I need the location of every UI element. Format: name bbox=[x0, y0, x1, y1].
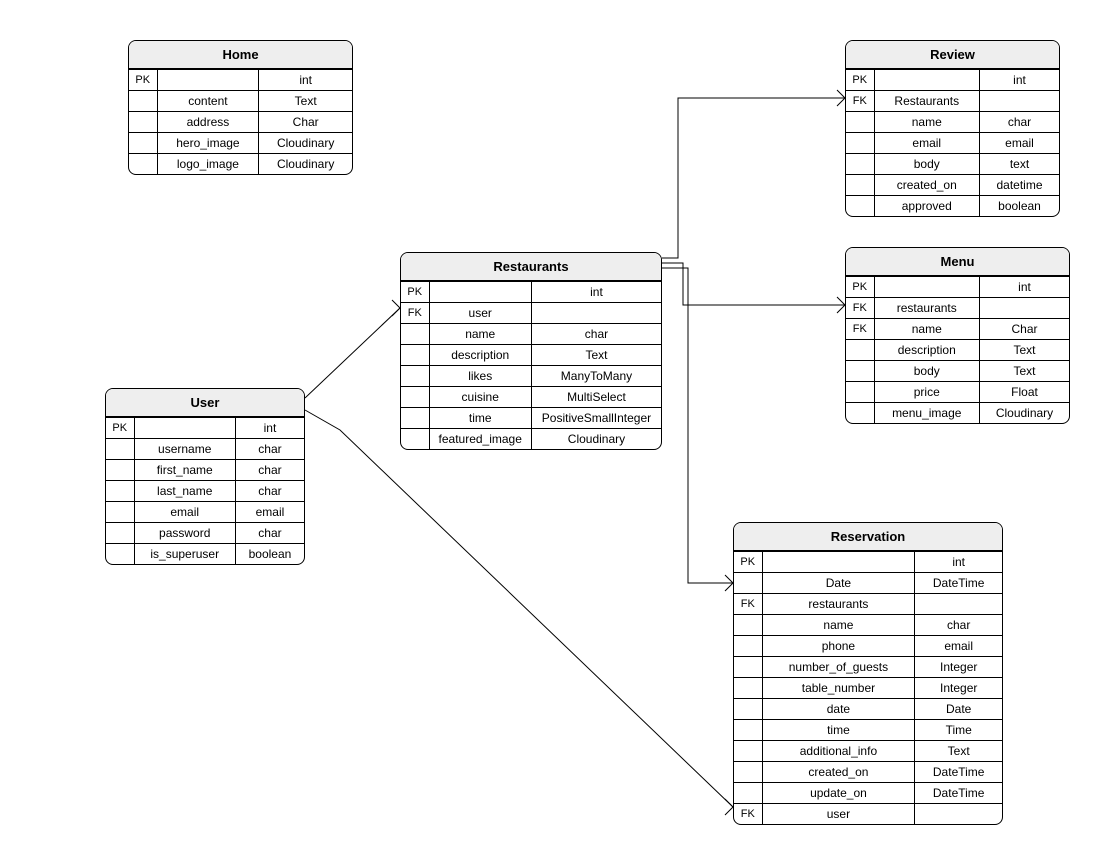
entity-review-title: Review bbox=[846, 41, 1059, 69]
entity-user-title: User bbox=[106, 389, 304, 417]
entity-home-title: Home bbox=[129, 41, 352, 69]
entity-restaurants-rows: PKint FKuser namechar descriptionText li… bbox=[401, 281, 661, 449]
entity-home: Home PKint contentText addressChar hero_… bbox=[128, 40, 353, 175]
entity-menu-title: Menu bbox=[846, 248, 1069, 276]
entity-user: User PKint usernamechar first_namechar l… bbox=[105, 388, 305, 565]
entity-restaurants-title: Restaurants bbox=[401, 253, 661, 281]
entity-reservation-rows: PKint DateDateTime FKrestaurants namecha… bbox=[734, 551, 1002, 824]
entity-review: Review PKint FKRestaurants namechar emai… bbox=[845, 40, 1060, 217]
entity-menu: Menu PKint FKrestaurants FKnameChar desc… bbox=[845, 247, 1070, 424]
entity-menu-rows: PKint FKrestaurants FKnameChar descripti… bbox=[846, 276, 1069, 423]
entity-review-rows: PKint FKRestaurants namechar emailemail … bbox=[846, 69, 1059, 216]
entity-restaurants: Restaurants PKint FKuser namechar descri… bbox=[400, 252, 662, 450]
entity-home-rows: PKint contentText addressChar hero_image… bbox=[129, 69, 352, 174]
entity-reservation-title: Reservation bbox=[734, 523, 1002, 551]
entity-reservation: Reservation PKint DateDateTime FKrestaur… bbox=[733, 522, 1003, 825]
entity-user-rows: PKint usernamechar first_namechar last_n… bbox=[106, 417, 304, 564]
